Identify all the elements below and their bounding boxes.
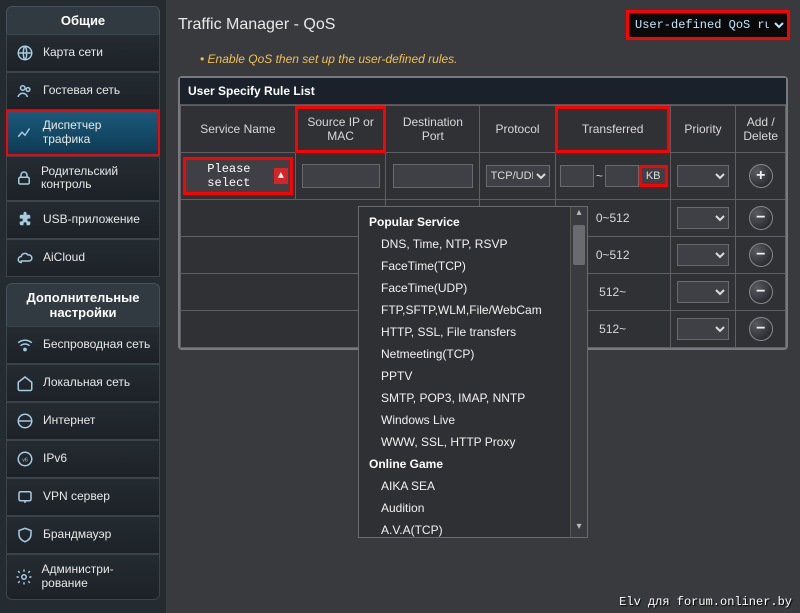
tilde-label: ~ (596, 169, 603, 183)
sidebar-item-firewall[interactable]: Брандмауэр (6, 516, 160, 554)
popup-item[interactable]: A.V.A(TCP) (359, 519, 570, 537)
sidebar-item-label: Брандмауэр (43, 528, 111, 542)
service-dropdown-popup: Popular Service DNS, Time, NTP, RSVP Fac… (358, 206, 588, 538)
popup-item[interactable]: PPTV (359, 365, 570, 387)
sidebar-group-general: Общие (6, 6, 160, 34)
service-select[interactable]: Please select ▲ (185, 159, 291, 193)
globe-icon (15, 43, 35, 63)
popup-item[interactable]: Netmeeting(TCP) (359, 343, 570, 365)
main-content: Traffic Manager - QoS User-defined QoS r… (166, 0, 800, 613)
popup-item[interactable]: AIKA SEA (359, 475, 570, 497)
sidebar-group-advanced: Дополнительные настройки (6, 283, 160, 326)
scroll-up-icon[interactable]: ▴ (571, 207, 587, 223)
popup-group-popular: Popular Service (359, 211, 570, 233)
col-add-delete: Add / Delete (736, 106, 786, 153)
qos-rules-select[interactable]: User-defined QoS rules (628, 12, 788, 38)
sidebar-item-parental-control[interactable]: Родительский контроль (6, 156, 160, 202)
watermark: Elv для forum.onliner.by (619, 595, 792, 609)
home-icon (15, 373, 35, 393)
sidebar-item-label: IPv6 (43, 452, 67, 466)
sidebar-item-vpn[interactable]: VPN сервер (6, 478, 160, 516)
transferred-from-input[interactable] (560, 165, 594, 187)
users-icon (15, 81, 35, 101)
sidebar-item-label: Карта сети (43, 46, 103, 60)
svg-text:v6: v6 (22, 457, 28, 463)
puzzle-icon (15, 210, 35, 230)
col-source: Source IP or MAC (295, 106, 386, 153)
sidebar-item-label: AiCloud (43, 251, 85, 265)
chart-icon (15, 123, 35, 143)
sidebar-item-guest-network[interactable]: Гостевая сеть (6, 72, 160, 110)
wifi-icon (15, 335, 35, 355)
popup-scrollbar[interactable]: ▴ ▾ (570, 207, 587, 537)
popup-item[interactable]: FTP,SFTP,WLM,File/WebCam (359, 299, 570, 321)
popup-group-game: Online Game (359, 453, 570, 475)
col-port: Destination Port (386, 106, 480, 153)
col-service: Service Name (181, 106, 296, 153)
popup-item[interactable]: Audition (359, 497, 570, 519)
delete-button[interactable]: − (749, 206, 773, 230)
gear-icon (15, 567, 33, 587)
sidebar-item-label: VPN сервер (43, 490, 110, 504)
sidebar-item-label: Беспроводная сеть (43, 338, 150, 352)
dest-port-input[interactable] (393, 164, 474, 188)
sidebar-item-usb-app[interactable]: USB-приложение (6, 201, 160, 239)
row-priority-select[interactable] (677, 318, 729, 340)
sidebar-item-network-map[interactable]: Карта сети (6, 34, 160, 72)
editor-row: Please select ▲ TCP/UDP ~ (181, 153, 786, 200)
popup-item[interactable]: FaceTime(TCP) (359, 255, 570, 277)
col-proto: Protocol (480, 106, 555, 153)
delete-button[interactable]: − (749, 280, 773, 304)
globe-icon (15, 411, 35, 431)
sidebar-item-traffic-manager[interactable]: Диспетчер трафика (6, 110, 160, 156)
service-select-label: Please select (188, 162, 270, 190)
row-priority-select[interactable] (677, 207, 729, 229)
chevron-up-icon: ▲ (274, 168, 288, 184)
source-input[interactable] (302, 164, 380, 188)
sidebar-item-ipv6[interactable]: v6 IPv6 (6, 440, 160, 478)
sidebar-item-wan[interactable]: Интернет (6, 402, 160, 440)
col-transferred: Transferred (555, 106, 670, 153)
sidebar-item-aicloud[interactable]: AiCloud (6, 239, 160, 277)
sidebar-item-admin[interactable]: Администри-рование (6, 554, 160, 600)
lock-icon (15, 168, 33, 188)
page-title: Traffic Manager - QoS (178, 16, 335, 34)
row-priority-select[interactable] (677, 281, 729, 303)
protocol-select[interactable]: TCP/UDP (486, 165, 550, 187)
sidebar-item-label: Диспетчер трафика (43, 119, 151, 147)
sidebar-item-label: Гостевая сеть (43, 84, 120, 98)
ipv6-icon: v6 (15, 449, 35, 469)
scroll-down-icon[interactable]: ▾ (571, 521, 587, 537)
panel-title: User Specify Rule List (180, 78, 786, 105)
scroll-thumb[interactable] (573, 225, 585, 265)
popup-item[interactable]: FaceTime(UDP) (359, 277, 570, 299)
col-priority: Priority (670, 106, 736, 153)
popup-item[interactable]: WWW, SSL, HTTP Proxy (359, 431, 570, 453)
delete-button[interactable]: − (749, 317, 773, 341)
popup-item[interactable]: DNS, Time, NTP, RSVP (359, 233, 570, 255)
service-dropdown-list[interactable]: Popular Service DNS, Time, NTP, RSVP Fac… (359, 207, 570, 537)
sidebar-item-label: Родительский контроль (41, 165, 151, 193)
sidebar: Общие Карта сети Гостевая сеть Диспетчер… (0, 0, 166, 613)
hint-text: Enable QoS then set up the user-defined … (200, 52, 788, 66)
unit-label: KB (641, 167, 666, 185)
sidebar-item-label: USB-приложение (43, 213, 140, 227)
cloud-icon (15, 248, 35, 268)
vpn-icon (15, 487, 35, 507)
add-button[interactable]: + (749, 164, 773, 188)
sidebar-item-label: Интернет (43, 414, 95, 428)
popup-item[interactable]: SMTP, POP3, IMAP, NNTP (359, 387, 570, 409)
sidebar-item-lan[interactable]: Локальная сеть (6, 364, 160, 402)
priority-select[interactable] (677, 165, 729, 187)
transferred-to-input[interactable] (605, 165, 639, 187)
popup-item[interactable]: Windows Live (359, 409, 570, 431)
sidebar-item-wireless[interactable]: Беспроводная сеть (6, 326, 160, 364)
popup-item[interactable]: HTTP, SSL, File transfers (359, 321, 570, 343)
sidebar-item-label: Администри-рование (41, 563, 151, 591)
delete-button[interactable]: − (749, 243, 773, 267)
shield-icon (15, 525, 35, 545)
sidebar-item-label: Локальная сеть (43, 376, 130, 390)
row-priority-select[interactable] (677, 244, 729, 266)
